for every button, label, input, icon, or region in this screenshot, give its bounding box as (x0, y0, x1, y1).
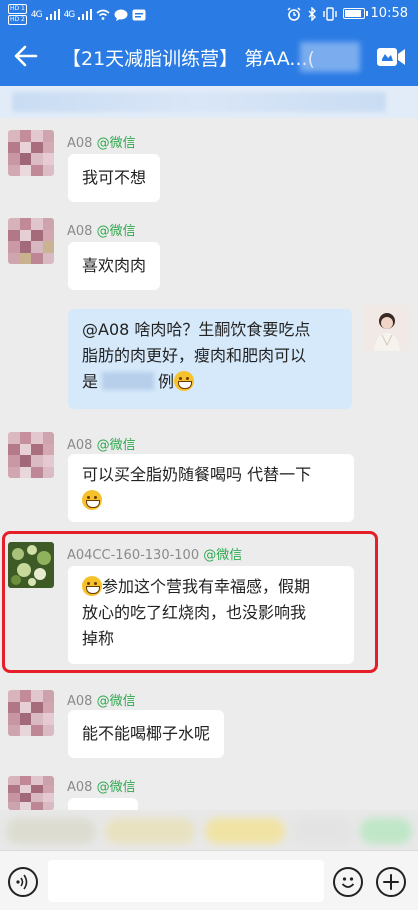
signal1-label: 4G (30, 9, 43, 20)
message-text: 能不能喝椰子水呢 (82, 724, 211, 743)
sender-source: @微信 (96, 780, 136, 795)
message-text-line: 脂肪的肉更好，瘦肉和肥肉可以 (82, 346, 307, 365)
emoji-icon[interactable] (333, 867, 363, 897)
user-photo-icon (364, 305, 410, 351)
message-text-line: @A08 啥肉哈？生酮饮食要吃点 (82, 320, 311, 339)
message-item: A08 @微信 喜欢肉肉 (0, 216, 418, 290)
plus-icon[interactable] (376, 867, 406, 897)
message-text-line: 是例 (82, 369, 338, 395)
quick-reply-bar (0, 810, 418, 850)
wifi-icon (96, 9, 110, 20)
message-bubble[interactable]: 可以买全脂奶随餐喝吗 代替一下 (68, 454, 354, 522)
message-text: 我可不想 (82, 168, 147, 187)
avatar[interactable] (8, 130, 54, 176)
my-message-bubble[interactable]: @A08 啥肉哈？生酮饮食要吃点 脂肪的肉更好，瘦肉和肥肉可以 是例 (68, 309, 352, 409)
message-text-line (82, 488, 340, 514)
group-notice-bar[interactable] (0, 86, 418, 118)
sender-source: @微信 (96, 136, 136, 151)
signal-bars-icon (45, 9, 60, 20)
message-bubble[interactable]: 喜欢肉肉 (68, 242, 161, 290)
laugh-tears-emoji-icon (82, 490, 102, 510)
input-bar (0, 850, 418, 910)
message-item: A08 @微信 我可不想 (0, 128, 418, 202)
highlight-frame (2, 531, 378, 673)
message-item: @A08 啥肉哈？生酮饮食要吃点 脂肪的肉更好，瘦肉和肥肉可以 是例 (0, 305, 418, 411)
message-item: A08 @微信 能不能喝椰子水呢 (0, 688, 418, 758)
signal2-label: 4G (63, 9, 76, 20)
sender-name: A08 @微信 (67, 220, 136, 239)
plus-sign-icon (383, 874, 399, 890)
sender-label: A08 (67, 438, 93, 453)
avatar[interactable] (8, 690, 54, 736)
message-text: 是 (82, 372, 99, 391)
sender-name: A08 @微信 (67, 132, 136, 151)
signal-bars-2-icon (78, 9, 93, 20)
message-bubble[interactable]: 我可不想 (68, 154, 161, 202)
my-avatar[interactable] (364, 305, 410, 351)
message-bubble[interactable]: 能不能喝椰子水呢 (68, 710, 225, 758)
avatar[interactable] (8, 776, 54, 810)
sender-label: A08 (67, 694, 93, 709)
message-text: 喜欢肉肉 (82, 256, 147, 275)
voice-wave-icon (16, 874, 28, 890)
notice-redaction (12, 92, 386, 112)
sender-source: @微信 (96, 224, 136, 239)
title-redaction (300, 42, 360, 72)
message-text-line: 可以买全脂奶随餐喝吗 代替一下 (82, 465, 312, 484)
sim-indicators: HD 1 HD 2 (8, 4, 27, 25)
bluetooth-icon (308, 6, 316, 21)
status-right: 10:58 (287, 6, 408, 21)
app-notification-icon (132, 9, 146, 20)
message-item: A08 @微信 (0, 774, 418, 810)
sender-source: @微信 (96, 694, 136, 709)
battery-icon (342, 8, 368, 19)
sender-label: A08 (67, 224, 93, 239)
quick-item[interactable] (360, 818, 412, 844)
sim2-label: HD 2 (8, 15, 27, 25)
redacted-text (102, 372, 155, 390)
sender-label: A08 (67, 136, 93, 151)
quick-item[interactable] (105, 818, 195, 844)
smiley-face-icon (341, 877, 355, 888)
message-input[interactable] (48, 860, 324, 902)
message-item: A08 @微信 可以买全脂奶随餐喝吗 代替一下 (0, 430, 418, 525)
quick-item[interactable] (292, 818, 352, 844)
avatar[interactable] (8, 432, 54, 478)
video-call-icon[interactable] (376, 46, 406, 68)
avatar[interactable] (8, 218, 54, 264)
vibrate-icon (322, 6, 337, 21)
clock-label: 10:58 (370, 6, 408, 21)
status-bar: HD 1 HD 2 4G 4G 10:58 (0, 0, 418, 28)
voice-icon[interactable] (8, 867, 38, 897)
back-arrow-icon[interactable] (12, 42, 40, 70)
message-bubble[interactable] (68, 798, 138, 810)
message-text: 例 (158, 372, 175, 391)
sender-source: @微信 (96, 438, 136, 453)
sender-label: A08 (67, 780, 93, 795)
alarm-icon (287, 6, 301, 21)
quick-item[interactable] (6, 818, 96, 844)
sender-name: A08 @微信 (67, 434, 136, 453)
sender-name: A08 @微信 (67, 690, 136, 709)
grin-emoji-icon (174, 371, 195, 391)
sim1-label: HD 1 (8, 4, 27, 14)
sender-name: A08 @微信 (67, 776, 136, 795)
status-left: HD 1 HD 2 4G 4G (8, 4, 146, 25)
chat-header: 【21天减脂训练营】 第AA...( (0, 28, 418, 86)
quick-item[interactable] (205, 818, 285, 844)
chat-bubble-icon (114, 9, 128, 21)
